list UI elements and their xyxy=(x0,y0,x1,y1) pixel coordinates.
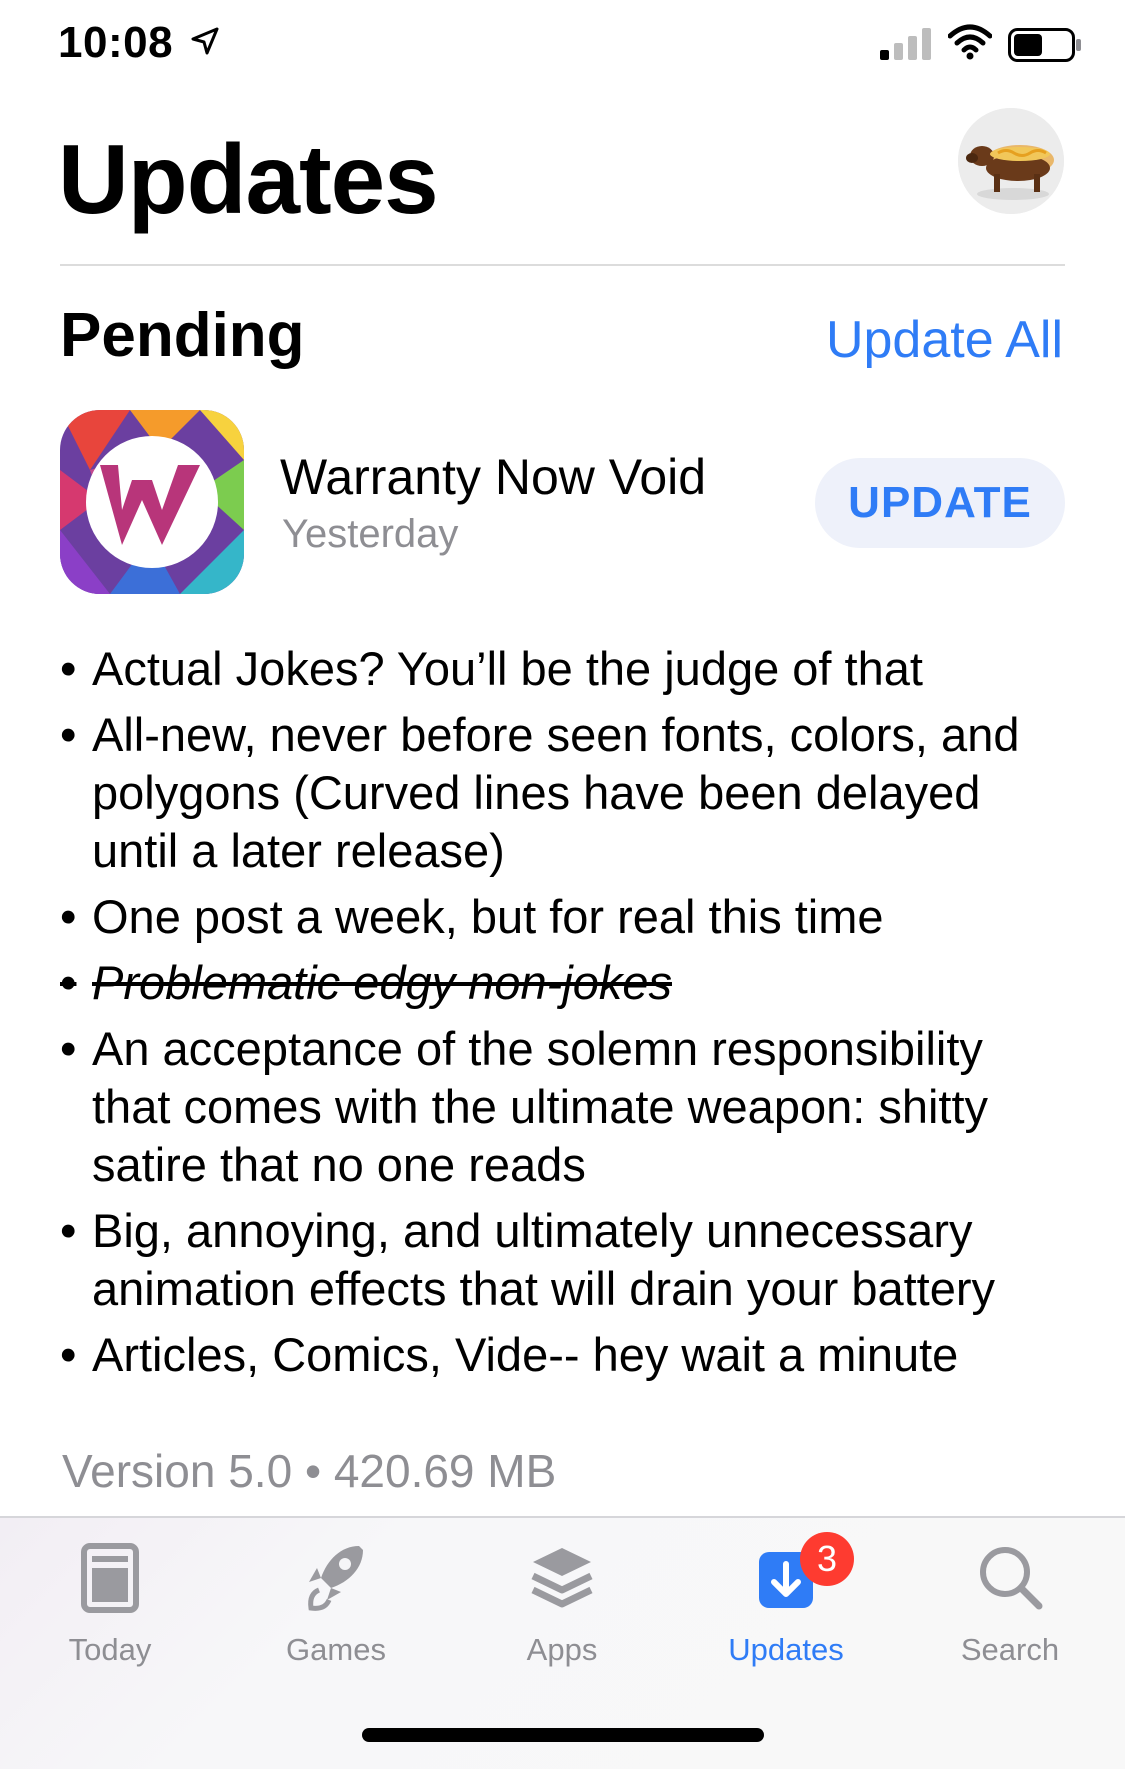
release-note-item: • Big, annoying, and ultimately unnecessa… xyxy=(60,1204,996,1315)
cellular-signal-icon xyxy=(880,28,931,60)
app-update-date: Yesterday xyxy=(282,512,459,556)
update-button[interactable]: UPDATE xyxy=(815,458,1065,548)
location-arrow-icon xyxy=(191,27,219,55)
today-icon xyxy=(81,1543,139,1613)
tab-label: Search xyxy=(960,1632,1060,1667)
page-title: Updates xyxy=(58,124,439,234)
rocket-icon xyxy=(308,1546,363,1611)
home-indicator[interactable] xyxy=(362,1728,764,1742)
tab-label: Apps xyxy=(526,1632,598,1667)
pending-app-row[interactable]: Warranty Now Void Yesterday UPDATE xyxy=(60,410,1065,600)
status-time: 10:08 xyxy=(58,18,174,67)
layers-icon xyxy=(531,1548,593,1608)
release-note-item: • Articles, Comics, Vide-- hey wait a min… xyxy=(60,1328,959,1381)
battery-icon xyxy=(1008,28,1081,62)
section-title-pending: Pending xyxy=(60,301,305,370)
profile-avatar[interactable] xyxy=(958,108,1064,214)
release-note-item-struck: • Problematic edgy non-jokes xyxy=(60,956,672,1009)
tab-apps[interactable]: Apps xyxy=(472,1538,652,1668)
updates-badge: 3 xyxy=(800,1532,854,1586)
tab-label: Games xyxy=(286,1632,386,1667)
update-all-button[interactable]: Update All xyxy=(826,314,1063,366)
tab-label: Updates xyxy=(728,1632,844,1667)
version-info: Version 5.0 • 420.69 MB xyxy=(62,1445,557,1497)
tab-today[interactable]: Today xyxy=(20,1538,200,1668)
release-note-item: • All-new, never before seen fonts, color… xyxy=(60,708,1020,877)
release-notes: • Actual Jokes? You’ll be the judge of th… xyxy=(60,640,1060,1392)
tab-updates[interactable]: 3 Updates xyxy=(696,1532,876,1668)
tab-search[interactable]: Search xyxy=(920,1538,1100,1668)
wifi-icon xyxy=(948,24,992,60)
warranty-now-void-app-icon[interactable] xyxy=(60,410,244,594)
dachshund-hotdog-image xyxy=(958,108,1064,214)
release-note-item: • One post a week, but for real this time xyxy=(60,890,884,943)
tab-games[interactable]: Games xyxy=(246,1538,426,1668)
header-divider xyxy=(60,264,1065,266)
tab-label: Today xyxy=(68,1632,152,1667)
release-note-item: • Actual Jokes? You’ll be the judge of th… xyxy=(60,642,923,695)
search-icon xyxy=(980,1547,1043,1610)
status-bar: 10:08 xyxy=(0,0,1125,90)
app-name: Warranty Now Void xyxy=(280,449,707,505)
release-note-item: • An acceptance of the solemn responsibil… xyxy=(60,1022,989,1191)
